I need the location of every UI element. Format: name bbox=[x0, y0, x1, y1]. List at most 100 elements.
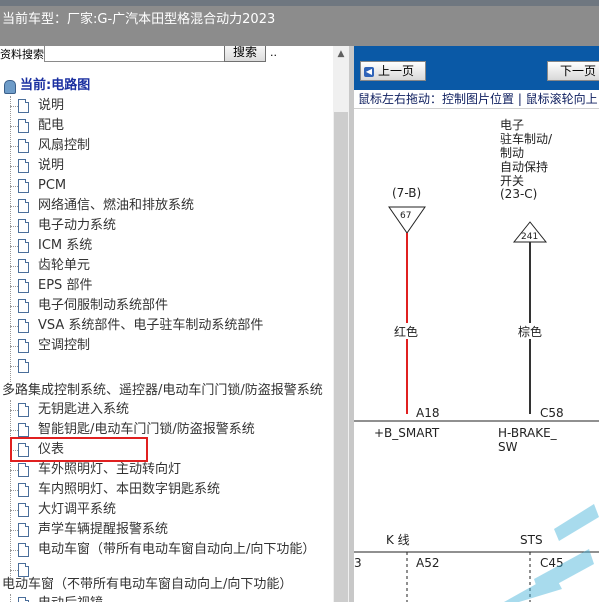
sts-label: STS bbox=[520, 533, 543, 547]
next-page-label: 下一页 bbox=[559, 64, 596, 78]
page-icon bbox=[18, 239, 29, 253]
page-icon bbox=[18, 299, 29, 313]
tree-connector bbox=[10, 246, 18, 247]
left-connector-label: (7-B) bbox=[392, 186, 421, 200]
tree-group-title[interactable]: 电动车窗（不带所有电动车窗自动向上/向下功能） bbox=[2, 573, 292, 592]
tree-connector bbox=[10, 570, 18, 571]
tree-item-label: 风扇控制 bbox=[38, 138, 91, 153]
left-signal: +B_SMART bbox=[374, 426, 440, 440]
page-icon bbox=[18, 543, 29, 557]
tree-root-label: 当前:电路图 bbox=[20, 78, 91, 93]
tree-item-label: PCM bbox=[38, 178, 67, 193]
tree-item-label: 电子伺服制动系统部件 bbox=[38, 298, 169, 313]
page-icon bbox=[18, 463, 29, 477]
tree-item-label: 车外照明灯、主动转向灯 bbox=[38, 462, 182, 477]
page-icon bbox=[18, 99, 29, 113]
tree-connector bbox=[10, 510, 18, 511]
component-line: 驻车制动/ bbox=[500, 131, 553, 146]
page-icon bbox=[18, 597, 29, 602]
tree-item-label: 声学车辆提醒报警系统 bbox=[38, 522, 169, 537]
header-banner: 当前车型：厂家:G-广汽本田型格混合动力2023 bbox=[0, 0, 599, 46]
model-label: 当前车型： bbox=[2, 12, 68, 27]
page-icon bbox=[18, 423, 29, 437]
tree-connector bbox=[10, 266, 18, 267]
page-icon bbox=[18, 179, 29, 193]
right-wire-color: 棕色 bbox=[518, 324, 542, 339]
tree-item-label: 齿轮单元 bbox=[38, 258, 91, 273]
right-terminal: C58 bbox=[540, 406, 564, 420]
tree-item-label: ICM 系统 bbox=[38, 238, 93, 253]
scroll-up-arrow-icon[interactable]: ▲ bbox=[333, 46, 349, 63]
scrollbar-thumb[interactable] bbox=[334, 112, 348, 602]
search-input[interactable] bbox=[44, 46, 246, 62]
page-icon bbox=[18, 483, 29, 497]
page-icon bbox=[18, 219, 29, 233]
page-icon bbox=[18, 259, 29, 273]
component-line: 开关 bbox=[500, 174, 524, 188]
bottom-terminal-1: A52 bbox=[416, 556, 439, 570]
component-line: (23-C) bbox=[500, 187, 537, 201]
tree-connector bbox=[10, 226, 18, 227]
tree-item-label: 说明 bbox=[38, 98, 65, 113]
tree-item-label: 空调控制 bbox=[38, 338, 91, 353]
tree-item-label: 电动车窗（带所有电动车窗自动向上/向下功能） bbox=[38, 542, 316, 557]
tree-connector bbox=[10, 430, 18, 431]
right-signal-line-1: H-BRAKE_ bbox=[498, 426, 558, 440]
component-line: 电子 bbox=[500, 118, 524, 132]
page-icon bbox=[18, 159, 29, 173]
edge-number: 3 bbox=[354, 556, 362, 570]
diagram-viewer: ◀ 上一页 下一页 鼠标左右拖动：控制图片位置 | 鼠标滚轮向上： 电子 驻车制动… bbox=[349, 46, 599, 602]
arrow-left-icon: ◀ bbox=[364, 66, 374, 77]
tree-item-label: 网络通信、燃油和排放系统 bbox=[38, 198, 195, 213]
tree-connector bbox=[10, 286, 18, 287]
tree-item-label: 配电 bbox=[38, 118, 65, 133]
banner-strip bbox=[0, 0, 599, 6]
tree-connector bbox=[10, 346, 18, 347]
tree-connector bbox=[10, 186, 18, 187]
tree-connector bbox=[10, 146, 18, 147]
prev-page-label: 上一页 bbox=[378, 64, 415, 78]
tree-connector bbox=[10, 326, 18, 327]
selected-item-highlight bbox=[10, 437, 148, 462]
page-icon bbox=[18, 199, 29, 213]
tree-connector bbox=[10, 410, 18, 411]
tree-item-label: 说明 bbox=[38, 158, 65, 173]
tree-connector bbox=[10, 166, 18, 167]
left-wire-color: 红色 bbox=[394, 324, 418, 339]
search-button[interactable]: 搜索 bbox=[224, 46, 266, 62]
right-signal-line-2: SW bbox=[498, 440, 518, 454]
tree-guide bbox=[10, 96, 11, 382]
page-icon bbox=[18, 523, 29, 537]
tree-connector bbox=[10, 366, 18, 367]
component-line: 自动保持 bbox=[500, 159, 548, 174]
model-value: 厂家:G-广汽本田型格混合动力2023 bbox=[67, 12, 276, 27]
wiring-diagram[interactable]: 电子 驻车制动/ 制动 自动保持 开关 (23-C) (7-B) 67 红色 2… bbox=[354, 109, 599, 602]
right-pin: 241 bbox=[521, 232, 538, 242]
component-line: 制动 bbox=[500, 146, 524, 160]
page-icon bbox=[18, 339, 29, 353]
left-pane: 资料搜索 搜索 .. 当前:电路图 说明 配电 风扇控制 说明 PCM 网络通信、燃油和排… bbox=[0, 46, 349, 602]
prev-page-button[interactable]: ◀ 上一页 bbox=[360, 61, 426, 81]
tree-item-label: EPS 部件 bbox=[38, 278, 93, 293]
tree-item-label: 车内照明灯、本田数字钥匙系统 bbox=[38, 482, 221, 497]
tree-connector bbox=[10, 206, 18, 207]
tree-connector bbox=[10, 126, 18, 127]
tree-item-label: VSA 系统部件、电子驻车制动系统部件 bbox=[38, 318, 264, 333]
tree-connector bbox=[10, 530, 18, 531]
tree-view: 当前:电路图 说明 配电 风扇控制 说明 PCM 网络通信、燃油和排放系统 电子动力系统 IC… bbox=[0, 76, 333, 602]
shield-icon bbox=[4, 80, 16, 94]
tree-item-label: 电动后视镜 bbox=[38, 594, 103, 602]
left-terminal: A18 bbox=[416, 406, 439, 420]
tree-item-label: 电子动力系统 bbox=[38, 218, 117, 233]
tree-connector bbox=[10, 490, 18, 491]
left-pin: 67 bbox=[400, 211, 411, 221]
viewer-hint: 鼠标左右拖动：控制图片位置 | 鼠标滚轮向上： bbox=[354, 90, 599, 109]
current-model: 当前车型：厂家:G-广汽本田型格混合动力2023 bbox=[2, 8, 275, 27]
tree-guide bbox=[10, 594, 11, 602]
tree-group-title[interactable]: 多路集成控制系统、遥控器/电动车门门锁/防盗报警系统 bbox=[2, 379, 323, 398]
search-label: 资料搜索 bbox=[0, 48, 44, 61]
page-icon bbox=[18, 319, 29, 333]
tree-item-label: 无钥匙进入系统 bbox=[38, 402, 130, 417]
next-page-button[interactable]: 下一页 bbox=[547, 61, 599, 81]
tree-item-label: 大灯调平系统 bbox=[38, 502, 117, 517]
